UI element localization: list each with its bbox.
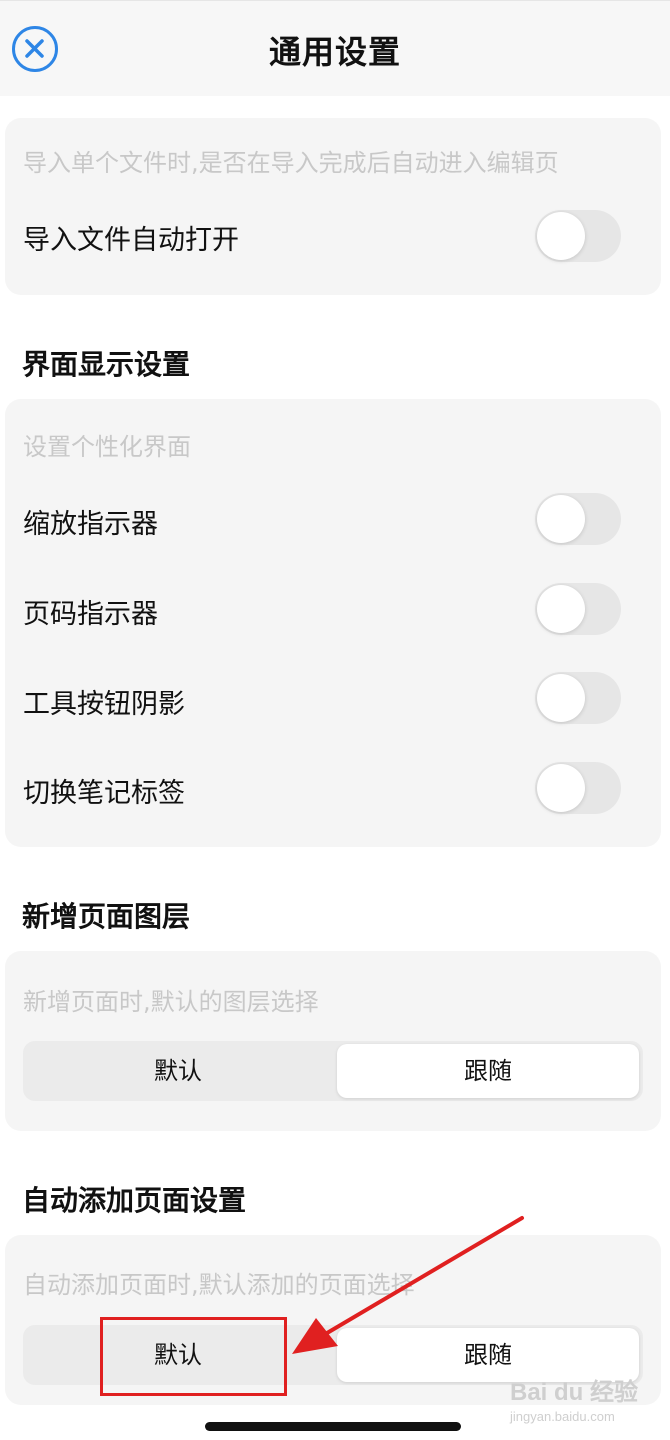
zoom-indicator-label: 缩放指示器: [23, 509, 158, 540]
toggle-knob: [537, 212, 585, 260]
import-hint: 导入单个文件时,是否在导入完成后自动进入编辑页: [23, 149, 559, 177]
display-hint: 设置个性化界面: [23, 433, 191, 461]
nav-header: 通用设置: [0, 0, 670, 96]
layer-segmented-control: 默认 跟随: [23, 1041, 643, 1101]
import-settings-card: 导入单个文件时,是否在导入完成后自动进入编辑页 导入文件自动打开: [5, 118, 661, 295]
layer-settings-card: 新增页面时,默认的图层选择 默认 跟随: [5, 951, 661, 1131]
toggle-knob: [537, 585, 585, 633]
page-number-indicator-label: 页码指示器: [23, 599, 158, 630]
import-auto-open-label: 导入文件自动打开: [23, 225, 239, 256]
annotation-highlight-box: [100, 1317, 287, 1396]
toggle-knob: [537, 674, 585, 722]
home-indicator[interactable]: [205, 1422, 461, 1431]
layer-hint: 新增页面时,默认的图层选择: [23, 988, 319, 1016]
baidu-watermark: Bai du 经验 jingyan.baidu.com: [510, 1372, 640, 1428]
watermark-main: Bai du 经验: [510, 1379, 639, 1406]
display-section-title: 界面显示设置: [22, 348, 191, 381]
toggle-knob: [537, 764, 585, 812]
tool-button-shadow-label: 工具按钮阴影: [23, 689, 185, 720]
auto-page-section-title: 自动添加页面设置: [22, 1184, 247, 1217]
display-settings-card: 设置个性化界面 缩放指示器 页码指示器 工具按钮阴影 切换笔记标签: [5, 399, 661, 847]
layer-option-follow[interactable]: 跟随: [337, 1044, 639, 1098]
switch-note-tab-toggle[interactable]: [535, 762, 621, 814]
tool-button-shadow-toggle[interactable]: [535, 672, 621, 724]
toggle-knob: [537, 495, 585, 543]
switch-note-tab-label: 切换笔记标签: [23, 778, 185, 809]
import-auto-open-toggle[interactable]: [535, 210, 621, 262]
page-title: 通用设置: [268, 33, 401, 71]
layer-option-default[interactable]: 默认: [23, 1041, 333, 1101]
watermark-sub: jingyan.baidu.com: [510, 1409, 615, 1424]
page-number-indicator-toggle[interactable]: [535, 583, 621, 635]
annotation-arrow-icon: [292, 1216, 524, 1354]
layer-section-title: 新增页面图层: [22, 900, 191, 933]
zoom-indicator-toggle[interactable]: [535, 493, 621, 545]
